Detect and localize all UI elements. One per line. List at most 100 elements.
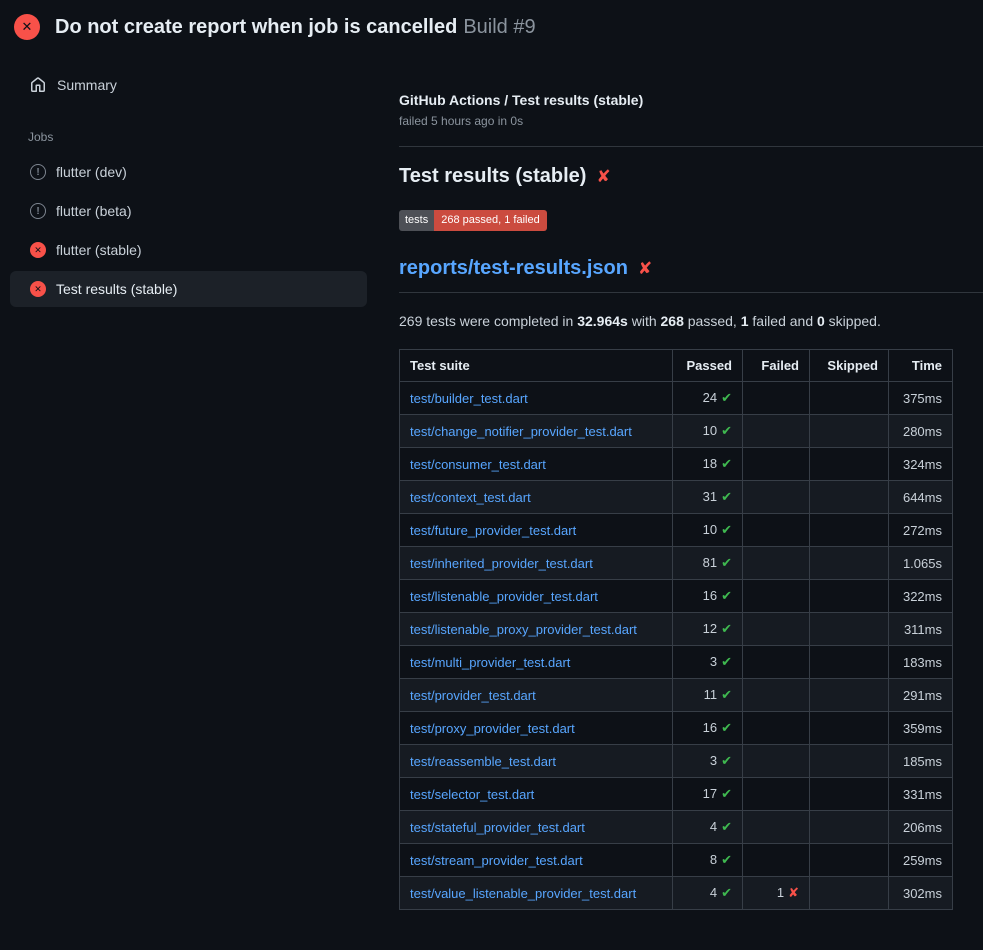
cell-passed: 31✔ bbox=[673, 481, 743, 514]
breadcrumb: GitHub Actions / Test results (stable) bbox=[399, 92, 983, 108]
cell-time: 324ms bbox=[889, 448, 953, 481]
col-skipped: Skipped bbox=[810, 350, 889, 382]
tests-summary-line: 269 tests were completed in 32.964s with… bbox=[399, 313, 983, 329]
cell-failed bbox=[743, 712, 810, 745]
cell-skipped bbox=[810, 712, 889, 745]
cell-test-suite: test/listenable_proxy_provider_test.dart bbox=[400, 613, 673, 646]
test-suite-link[interactable]: test/selector_test.dart bbox=[410, 787, 534, 802]
sidebar-jobs: !flutter (dev)!flutter (beta)✕flutter (s… bbox=[10, 154, 367, 307]
cell-test-suite: test/change_notifier_provider_test.dart bbox=[400, 415, 673, 448]
table-row: test/value_listenable_provider_test.dart… bbox=[400, 877, 953, 910]
cell-passed: 4✔ bbox=[673, 811, 743, 844]
cell-test-suite: test/listenable_provider_test.dart bbox=[400, 580, 673, 613]
job-label: flutter (beta) bbox=[56, 203, 131, 219]
table-row: test/builder_test.dart24✔375ms bbox=[400, 382, 953, 415]
main-content: GitHub Actions / Test results (stable) f… bbox=[383, 54, 983, 910]
sidebar-job-item[interactable]: !flutter (dev) bbox=[10, 154, 367, 190]
table-row: test/consumer_test.dart18✔324ms bbox=[400, 448, 953, 481]
cell-test-suite: test/future_provider_test.dart bbox=[400, 514, 673, 547]
col-passed: Passed bbox=[673, 350, 743, 382]
cell-failed bbox=[743, 415, 810, 448]
cross-icon: ✘ bbox=[788, 885, 799, 900]
cell-failed bbox=[743, 547, 810, 580]
test-suite-link[interactable]: test/builder_test.dart bbox=[410, 391, 528, 406]
cell-time: 206ms bbox=[889, 811, 953, 844]
cell-test-suite: test/value_listenable_provider_test.dart bbox=[400, 877, 673, 910]
cell-skipped bbox=[810, 514, 889, 547]
cell-failed bbox=[743, 613, 810, 646]
cell-test-suite: test/reassemble_test.dart bbox=[400, 745, 673, 778]
cell-time: 322ms bbox=[889, 580, 953, 613]
sidebar: Summary Jobs !flutter (dev)!flutter (bet… bbox=[0, 54, 383, 310]
cell-skipped bbox=[810, 448, 889, 481]
test-suite-link[interactable]: test/inherited_provider_test.dart bbox=[410, 556, 593, 571]
report-file-link[interactable]: reports/test-results.json bbox=[399, 257, 628, 280]
cell-time: 302ms bbox=[889, 877, 953, 910]
cell-test-suite: test/consumer_test.dart bbox=[400, 448, 673, 481]
cell-failed bbox=[743, 580, 810, 613]
cell-time: 259ms bbox=[889, 844, 953, 877]
check-icon: ✔ bbox=[721, 786, 732, 801]
cell-time: 359ms bbox=[889, 712, 953, 745]
sidebar-item-summary[interactable]: Summary bbox=[10, 68, 367, 102]
test-suite-link[interactable]: test/change_notifier_provider_test.dart bbox=[410, 424, 632, 439]
jobs-section-label: Jobs bbox=[28, 130, 367, 144]
check-icon: ✔ bbox=[721, 555, 732, 570]
test-suite-link[interactable]: test/reassemble_test.dart bbox=[410, 754, 556, 769]
check-icon: ✔ bbox=[721, 390, 732, 405]
cell-skipped bbox=[810, 745, 889, 778]
cell-time: 375ms bbox=[889, 382, 953, 415]
cell-skipped bbox=[810, 580, 889, 613]
test-suite-link[interactable]: test/consumer_test.dart bbox=[410, 457, 546, 472]
cell-failed bbox=[743, 514, 810, 547]
results-table: Test suite Passed Failed Skipped Time te… bbox=[399, 349, 953, 910]
table-row: test/proxy_provider_test.dart16✔359ms bbox=[400, 712, 953, 745]
cell-test-suite: test/builder_test.dart bbox=[400, 382, 673, 415]
cell-passed: 17✔ bbox=[673, 778, 743, 811]
cell-test-suite: test/inherited_provider_test.dart bbox=[400, 547, 673, 580]
cell-passed: 12✔ bbox=[673, 613, 743, 646]
table-row: test/change_notifier_provider_test.dart 1… bbox=[400, 415, 953, 448]
report-title: reports/test-results.json ✘ bbox=[399, 257, 983, 293]
cell-time: 1.065s bbox=[889, 547, 953, 580]
test-suite-link[interactable]: test/future_provider_test.dart bbox=[410, 523, 576, 538]
cancelled-icon: ! bbox=[30, 164, 46, 180]
cell-passed: 3✔ bbox=[673, 646, 743, 679]
page-header: ✕ Do not create report when job is cance… bbox=[0, 0, 983, 54]
check-icon: ✔ bbox=[721, 621, 732, 636]
test-suite-link[interactable]: test/stream_provider_test.dart bbox=[410, 853, 583, 868]
cell-passed: 3✔ bbox=[673, 745, 743, 778]
table-row: test/listenable_provider_test.dart16✔322… bbox=[400, 580, 953, 613]
table-row: test/future_provider_test.dart10✔272ms bbox=[400, 514, 953, 547]
table-row: test/inherited_provider_test.dart81✔1.06… bbox=[400, 547, 953, 580]
check-icon: ✔ bbox=[721, 819, 732, 834]
test-suite-link[interactable]: test/value_listenable_provider_test.dart bbox=[410, 886, 636, 901]
test-suite-link[interactable]: test/listenable_proxy_provider_test.dart bbox=[410, 622, 637, 637]
summary-label: Summary bbox=[57, 77, 117, 93]
summary-suffix: skipped. bbox=[825, 313, 881, 329]
cell-test-suite: test/context_test.dart bbox=[400, 481, 673, 514]
summary-mid1: with bbox=[628, 313, 661, 329]
col-test-suite: Test suite bbox=[400, 350, 673, 382]
sidebar-job-item[interactable]: ✕flutter (stable) bbox=[10, 232, 367, 268]
failed-x-icon: ✘ bbox=[638, 260, 652, 277]
test-suite-link[interactable]: test/listenable_provider_test.dart bbox=[410, 589, 598, 604]
test-suite-link[interactable]: test/stateful_provider_test.dart bbox=[410, 820, 585, 835]
check-icon: ✔ bbox=[721, 456, 732, 471]
cell-test-suite: test/stream_provider_test.dart bbox=[400, 844, 673, 877]
test-suite-link[interactable]: test/proxy_provider_test.dart bbox=[410, 721, 575, 736]
sidebar-job-item[interactable]: !flutter (beta) bbox=[10, 193, 367, 229]
sidebar-job-item[interactable]: ✕Test results (stable) bbox=[10, 271, 367, 307]
cell-time: 644ms bbox=[889, 481, 953, 514]
job-label: Test results (stable) bbox=[56, 281, 177, 297]
build-number: Build #9 bbox=[463, 16, 535, 38]
cell-test-suite: test/proxy_provider_test.dart bbox=[400, 712, 673, 745]
test-suite-link[interactable]: test/multi_provider_test.dart bbox=[410, 655, 570, 670]
test-suite-link[interactable]: test/provider_test.dart bbox=[410, 688, 536, 703]
col-time: Time bbox=[889, 350, 953, 382]
cell-time: 183ms bbox=[889, 646, 953, 679]
cell-skipped bbox=[810, 382, 889, 415]
cell-passed: 10✔ bbox=[673, 415, 743, 448]
cell-time: 185ms bbox=[889, 745, 953, 778]
test-suite-link[interactable]: test/context_test.dart bbox=[410, 490, 531, 505]
